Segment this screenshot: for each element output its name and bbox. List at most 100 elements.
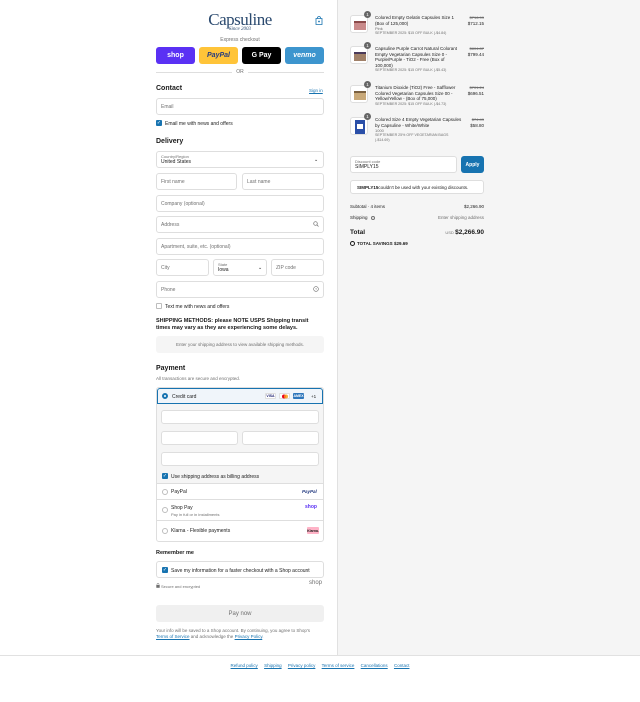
chevron-down-icon: ⌄ (314, 157, 319, 163)
privacy-policy-link[interactable]: Privacy Policy (235, 634, 263, 639)
apply-discount-button[interactable]: Apply (461, 156, 484, 173)
more-cards-count: +1 (311, 394, 317, 399)
klarna-option[interactable]: Klarna - Flexible payments Klarna. (157, 521, 323, 541)
cart-item: 1 Colored Empty Gelatin Capsules Size 1 … (350, 11, 484, 41)
sign-in-link[interactable]: Sign in (309, 88, 323, 93)
security-code-field[interactable] (242, 431, 319, 445)
footer-link-cancellations[interactable]: Cancellations (361, 663, 388, 668)
paypal-option[interactable]: PayPal PayPal (157, 484, 323, 500)
product-title: Colored Size 4 Empty Vegetarian Capsules… (375, 117, 462, 142)
venmo-express-button[interactable]: venmo (285, 47, 324, 64)
shop-pay-option[interactable]: Shop Pay Pay in full or in installments … (157, 500, 323, 521)
country-select[interactable]: Country/Region United States (156, 151, 324, 168)
item-discount: SEPTEMBER 25% OFF VEGETARIAN BAGS (-$14.… (375, 133, 449, 142)
address-field[interactable]: Address (156, 216, 324, 233)
email-news-label: Email me with news and offers (165, 121, 233, 127)
phone-field[interactable]: Phone (156, 281, 324, 298)
email-news-checkbox[interactable]: ✓ (156, 120, 162, 126)
contact-heading: Contact (156, 85, 183, 92)
footer-link-privacy-policy[interactable]: Privacy policy (288, 663, 316, 668)
remember-me-box: ✓ Save my information for a faster check… (156, 561, 324, 578)
or-divider: OR (156, 69, 324, 75)
shop-pay-radio[interactable] (162, 507, 168, 513)
cart-item: 1 Titanium Dioxide (TiO2) Free - Safflow… (350, 81, 484, 112)
visa-icon: VISA (265, 393, 276, 399)
chevron-down-icon: ⌄ (258, 265, 263, 271)
remember-me-heading: Remember me (156, 550, 194, 556)
expiration-date-field[interactable] (161, 431, 238, 445)
klarna-radio[interactable] (162, 528, 168, 534)
cart-item: 1 Capsuline Purple Carrot Natural Colora… (350, 42, 484, 80)
paypal-radio[interactable] (162, 489, 168, 495)
paypal-logo: PayPal (302, 489, 317, 494)
terms-of-service-link[interactable]: Terms of Service (156, 634, 190, 639)
save-info-checkbox[interactable]: ✓ (162, 567, 168, 573)
help-circle-icon[interactable]: ? (313, 286, 319, 294)
shipping-methods-note: SHIPPING METHODS: please NOTE USPS Shipp… (156, 318, 309, 331)
amex-icon: AMEX (293, 393, 304, 399)
footer: Refund policy Shipping Privacy policy Te… (0, 655, 640, 702)
total-row: Total USD $2,266.90 (350, 229, 484, 236)
save-info-label: Save my information for a faster checkou… (171, 568, 310, 574)
quantity-badge: 1 (364, 81, 371, 88)
klarna-logo: Klarna. (307, 527, 319, 534)
search-icon (313, 221, 319, 229)
help-circle-icon[interactable] (370, 215, 375, 220)
total-savings-row: TOTAL SAVINGS $29.69 (350, 241, 484, 247)
name-on-card-field[interactable] (161, 452, 319, 466)
shop-pay-express-button[interactable]: shop (156, 47, 195, 64)
lock-icon (156, 582, 160, 590)
email-field[interactable]: Email (156, 98, 324, 115)
shipping-methods-placeholder: Enter your shipping address to view avai… (156, 336, 324, 353)
product-title: Capsuline Purple Carrot Natural Colorant… (375, 46, 463, 73)
quantity-badge: 1 (364, 42, 371, 49)
savings-tag-icon (350, 241, 355, 247)
pay-now-button[interactable]: Pay now (156, 605, 324, 622)
secure-encrypted-label: Secure and encrypted (161, 584, 201, 589)
credit-card-option[interactable]: Credit card VISA AMEX +1 (157, 388, 323, 404)
logo-wordmark: Capsuline (208, 10, 272, 29)
city-field[interactable]: City (156, 259, 209, 276)
delivery-heading: Delivery (156, 138, 184, 145)
svg-text:?: ? (315, 287, 317, 291)
card-number-field[interactable] (161, 410, 319, 424)
shipping-row: Shipping Enter shipping address (350, 215, 484, 220)
item-discount: SEPTEMBER 2025: $15 OFF BULK (-$5.43) (375, 68, 447, 72)
last-name-field[interactable]: Last name (242, 173, 324, 190)
mastercard-icon (279, 393, 290, 399)
discount-code-field[interactable]: Discount code SIMPLY15 (350, 156, 457, 173)
paypal-label: PayPal (171, 489, 187, 495)
checkout-main-column: Capsuline Since 2003 Express checkout sh… (0, 0, 337, 655)
text-news-label: Text me with news and offers (165, 304, 230, 310)
first-name-field[interactable]: First name (156, 173, 237, 190)
product-price: $804.87 $799.44 (467, 46, 484, 57)
subtotal-row: Subtotal · 4 items $2,266.90 (350, 204, 484, 209)
footer-link-shipping[interactable]: Shipping (264, 663, 282, 668)
zip-field[interactable]: ZIP code (271, 259, 324, 276)
footer-link-contact[interactable]: Contact (394, 663, 410, 668)
product-title: Titanium Dioxide (TiO2) Free - Safflower… (375, 85, 463, 107)
footer-link-refund-policy[interactable]: Refund policy (231, 663, 258, 668)
legal-text: Your info will be saved to a Shop accoun… (156, 628, 311, 639)
payment-heading: Payment (156, 365, 186, 372)
shop-logo: shop (309, 580, 323, 586)
product-price: $701.24 $696.51 (467, 85, 484, 96)
item-discount: SEPTEMBER 2025: $15 OFF BULK (-$4.73) (375, 101, 447, 106)
billing-address-checkbox[interactable]: ✓ (162, 473, 168, 479)
footer-link-terms-of-service[interactable]: Terms of service (322, 663, 355, 668)
shopping-bag-icon[interactable] (315, 16, 323, 25)
company-field[interactable]: Company (optional) (156, 195, 324, 212)
express-checkout-label: Express checkout (220, 37, 260, 43)
shop-pay-logo: shop (305, 504, 317, 510)
product-title: Colored Empty Gelatin Capsules Size 1 (B… (375, 15, 463, 36)
capsuline-logo[interactable]: Capsuline Since 2003 (207, 11, 273, 35)
google-pay-express-button[interactable]: G Pay (242, 47, 281, 64)
text-news-checkbox[interactable] (156, 303, 162, 309)
paypal-express-button[interactable]: PayPal (199, 47, 238, 64)
item-discount: SEPTEMBER 2025: $15 OFF BULK (-$4.84) (375, 31, 447, 35)
credit-card-form: ✓ Use shipping address as billing addres… (157, 404, 323, 484)
shop-pay-label: Shop Pay (171, 505, 193, 511)
credit-card-radio[interactable] (162, 393, 168, 399)
footer-links: Refund policy Shipping Privacy policy Te… (0, 663, 640, 668)
apartment-field[interactable]: Apartment, suite, etc. (optional) (156, 238, 324, 255)
